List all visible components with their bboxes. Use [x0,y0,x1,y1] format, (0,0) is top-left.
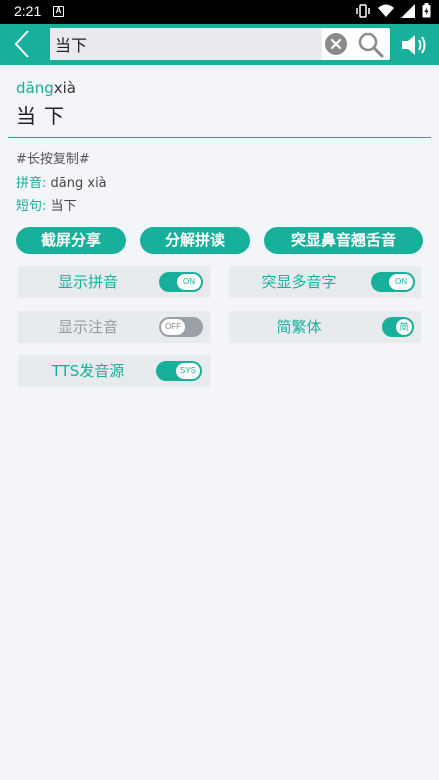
pinyin-highlight: dāng [16,79,54,97]
pinyin-display: dāngxià [16,79,76,97]
setting-tts-source: TTS发音源 SYS [18,355,210,387]
screenshot-share-button[interactable]: 截屏分享 [16,227,126,254]
copy-hint: #长按复制# [16,152,90,167]
speaker-icon [402,35,426,55]
pinyin-info[interactable]: 拼音: dāng xià [16,172,107,191]
back-arrow-icon [14,30,29,58]
app-toolbar [0,24,439,65]
search-box [50,28,390,60]
setting-highlight-polyphone: 突显多音字 ON [229,266,421,298]
search-input[interactable] [50,28,322,60]
phrase-value: 当下 [50,199,77,214]
toggle-knob: OFF [161,319,185,335]
status-bar: 2:21 A [0,0,439,24]
clear-button[interactable] [325,33,347,55]
simp-trad-toggle[interactable]: 简 [382,317,414,337]
toggle-knob: SYS [176,363,200,379]
toggle-knob: ON [177,274,201,290]
back-button[interactable] [8,28,40,60]
toggle-knob: 简 [396,319,412,335]
show-pinyin-toggle[interactable]: ON [159,272,203,292]
status-time: 2:21 [14,3,42,19]
battery-icon [422,3,431,18]
setting-label: 显示拼音 [57,273,118,291]
highlight-nasal-button[interactable]: 突显鼻音翘舌音 [264,227,423,254]
setting-label: 突显多音字 [261,273,337,291]
decompose-read-button[interactable]: 分解拼读 [140,227,250,254]
pinyin-label: 拼音: [16,176,47,191]
setting-label: 显示注音 [57,318,118,336]
highlight-polyphone-toggle[interactable]: ON [371,272,415,292]
setting-simp-trad: 简繁体 简 [229,311,421,343]
search-icon [358,32,384,58]
show-zhuyin-toggle[interactable]: OFF [159,317,203,337]
setting-show-zhuyin: 显示注音 OFF [18,311,210,343]
divider [8,137,431,138]
hanzi-display: 当下 [16,104,72,128]
toggle-knob: ON [389,274,413,290]
notification-icon: A [53,6,64,17]
vibrate-icon [356,3,370,18]
speaker-button[interactable] [400,31,430,59]
wifi-icon [378,4,394,17]
signal-icon [401,3,415,18]
setting-label: 简繁体 [276,318,322,336]
phrase-info[interactable]: 短句: 当下 [16,195,77,214]
pinyin-rest: xià [53,79,76,97]
search-button[interactable] [357,31,385,59]
setting-show-pinyin: 显示拼音 ON [18,266,210,298]
tts-source-toggle[interactable]: SYS [156,361,202,381]
pinyin-value: dāng xià [50,176,107,191]
clear-icon [330,38,342,50]
phrase-label: 短句: [16,199,47,214]
setting-label: TTS发音源 [51,362,125,380]
